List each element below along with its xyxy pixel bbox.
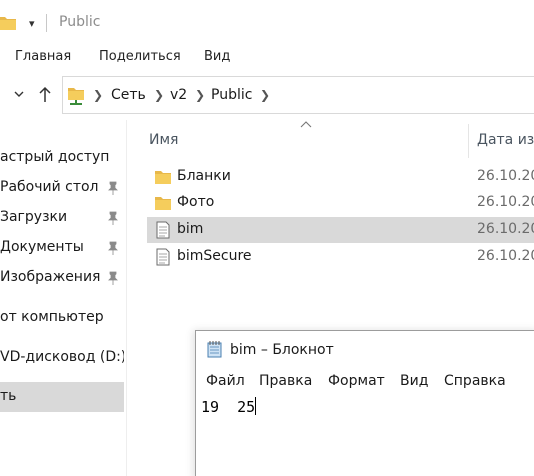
file-date: 26.10.202 <box>477 221 534 237</box>
nav-item-label: ть <box>0 388 17 404</box>
nav-item-label: VD-дисковод (D:) S <box>0 349 124 365</box>
chevron-right-icon[interactable]: ❯ <box>260 88 270 102</box>
network-folder-icon <box>68 88 84 105</box>
nav-item-this-pc[interactable]: от компьютер <box>0 303 124 333</box>
file-row-bim[interactable]: bim 26.10.202 <box>147 217 534 243</box>
pin-icon[interactable] <box>107 211 119 225</box>
file-date: 26.10.202 <box>477 194 534 210</box>
menu-edit[interactable]: Правка <box>259 373 312 389</box>
menu-file[interactable]: Файл <box>206 373 245 389</box>
text-file-icon <box>156 248 170 266</box>
folder-icon <box>155 197 171 210</box>
text-caret <box>255 397 257 415</box>
nav-item-label: астрый доступ <box>0 149 110 165</box>
nav-item-label: от компьютер <box>0 309 104 325</box>
nav-item-desktop[interactable]: Рабочий стол <box>0 173 124 203</box>
nav-item-label: Рабочий стол <box>0 179 99 195</box>
breadcrumb-v2[interactable]: v2 <box>170 87 187 103</box>
file-row-blanks[interactable]: Бланки 26.10.202 <box>147 164 534 190</box>
file-name: bim <box>177 221 204 237</box>
pin-icon[interactable] <box>107 241 119 255</box>
file-date: 26.10.202 <box>477 248 534 264</box>
file-row-photo[interactable]: Фото 26.10.202 <box>147 190 534 216</box>
tab-home[interactable]: Главная <box>15 49 71 64</box>
chevron-right-icon[interactable]: ❯ <box>195 88 205 102</box>
nav-item-documents[interactable]: Документы <box>0 233 124 263</box>
column-resize-handle[interactable] <box>468 124 469 158</box>
file-row-bimsecure[interactable]: bimSecure 26.10.202 <box>147 244 534 270</box>
folder-icon <box>0 17 16 30</box>
menu-view[interactable]: Вид <box>400 373 428 389</box>
nav-item-quick-access[interactable]: астрый доступ <box>0 143 124 173</box>
notepad-content: 19 25 <box>201 397 257 416</box>
notepad-window: bim – Блокнот Файл Правка Формат Вид Спр… <box>195 330 534 476</box>
menu-format[interactable]: Формат <box>328 373 385 389</box>
nav-item-network[interactable]: ть <box>0 382 124 412</box>
address-bar[interactable]: ❯ Сеть ❯ v2 ❯ Public ❯ <box>62 76 534 114</box>
tab-share[interactable]: Поделиться <box>99 49 181 64</box>
notepad-title: bim – Блокнот <box>230 342 334 358</box>
nav-item-pictures[interactable]: Изображения <box>0 263 124 293</box>
arrow-up-icon[interactable] <box>37 85 53 103</box>
file-name: bimSecure <box>177 248 252 264</box>
quick-access-dropdown-icon[interactable]: ▾ <box>29 17 35 30</box>
address-row: ❯ Сеть ❯ v2 ❯ Public ❯ <box>0 70 534 120</box>
nav-item-dvd-drive[interactable]: VD-дисковод (D:) S <box>0 343 124 373</box>
navigation-pane: астрый доступ Рабочий стол Загрузки Доку… <box>0 120 126 476</box>
nav-item-label: Документы <box>0 239 84 255</box>
menu-help[interactable]: Справка <box>444 373 506 389</box>
nav-item-label: Загрузки <box>0 209 68 225</box>
text-file-icon <box>156 221 170 239</box>
file-name: Фото <box>177 194 215 210</box>
column-header-name[interactable]: Имя <box>149 132 178 148</box>
file-name: Бланки <box>177 168 231 184</box>
window-title: Public <box>59 14 101 30</box>
folder-icon <box>155 171 171 184</box>
chevron-right-icon[interactable]: ❯ <box>93 88 103 102</box>
chevron-down-icon[interactable] <box>12 87 26 101</box>
breadcrumb-public[interactable]: Public <box>211 87 252 103</box>
nav-item-downloads[interactable]: Загрузки <box>0 203 124 233</box>
tab-view[interactable]: Вид <box>204 49 230 64</box>
file-date: 26.10.202 <box>477 168 534 184</box>
notepad-text-area[interactable]: 19 25 <box>201 395 534 476</box>
chevron-right-icon[interactable]: ❯ <box>154 88 164 102</box>
title-separator <box>46 14 47 32</box>
column-header-date[interactable]: Дата изм <box>477 132 534 148</box>
notepad-icon <box>207 341 222 358</box>
pin-icon[interactable] <box>107 271 119 285</box>
notepad-menubar: Файл Правка Формат Вид Справка <box>196 371 534 393</box>
ribbon-tabs: Главная Поделиться Вид <box>0 44 534 70</box>
sort-up-icon <box>300 121 312 128</box>
breadcrumb-network[interactable]: Сеть <box>111 87 146 103</box>
pin-icon[interactable] <box>107 181 119 195</box>
explorer-titlebar: ▾ Public <box>0 0 534 44</box>
nav-item-label: Изображения <box>0 269 101 285</box>
